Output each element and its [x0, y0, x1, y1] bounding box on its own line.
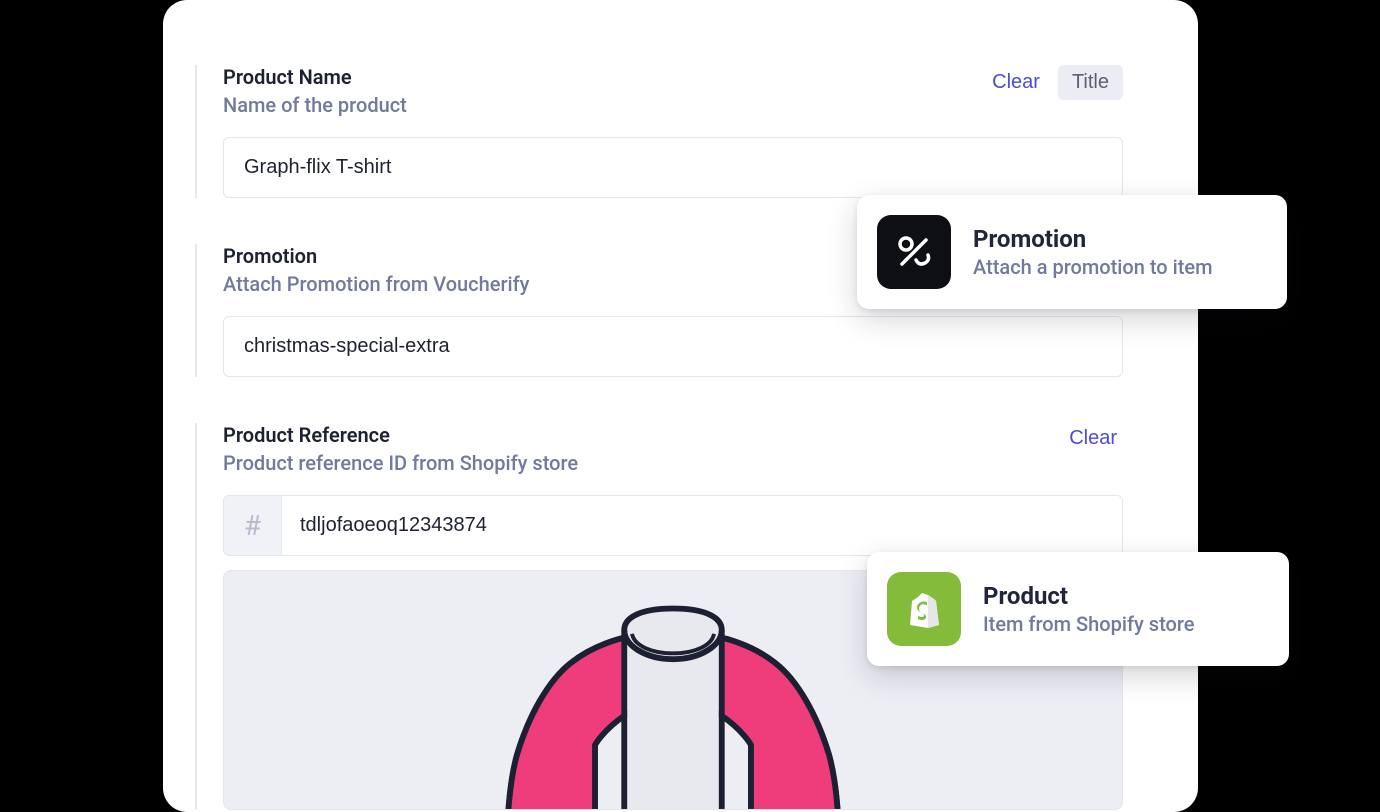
- product-name-title-badge[interactable]: Title: [1058, 65, 1123, 100]
- form-panel: Product Name Name of the product Clear T…: [163, 0, 1198, 812]
- product-name-clear-button[interactable]: Clear: [986, 67, 1046, 98]
- product-reference-sublabel: Product reference ID from Shopify store: [223, 451, 578, 475]
- promotion-card-title: Promotion: [973, 225, 1213, 253]
- tshirt-image: [478, 589, 868, 810]
- promotion-card-subtitle: Attach a promotion to item: [973, 255, 1213, 279]
- product-name-label: Product Name: [223, 65, 407, 89]
- field-left-rail: [195, 423, 197, 810]
- field-product-name: Product Name Name of the product Clear T…: [223, 65, 1123, 198]
- product-reference-label: Product Reference: [223, 423, 578, 447]
- promotion-card[interactable]: Promotion Attach a promotion to item: [857, 195, 1287, 309]
- product-card-subtitle: Item from Shopify store: [983, 612, 1194, 636]
- shopify-icon: [887, 572, 961, 646]
- promotion-label: Promotion: [223, 244, 529, 268]
- promotion-input[interactable]: [223, 316, 1123, 377]
- field-left-rail: [195, 65, 197, 198]
- field-left-rail: [195, 244, 197, 377]
- product-card-title: Product: [983, 582, 1194, 610]
- product-name-input[interactable]: [223, 137, 1123, 198]
- product-name-sublabel: Name of the product: [223, 93, 407, 117]
- product-card[interactable]: Product Item from Shopify store: [867, 552, 1289, 666]
- product-reference-input[interactable]: [282, 496, 1122, 555]
- promotion-sublabel: Attach Promotion from Voucherify: [223, 272, 529, 296]
- percent-icon: [877, 215, 951, 289]
- product-reference-clear-button[interactable]: Clear: [1063, 423, 1123, 454]
- hash-icon: #: [224, 496, 282, 555]
